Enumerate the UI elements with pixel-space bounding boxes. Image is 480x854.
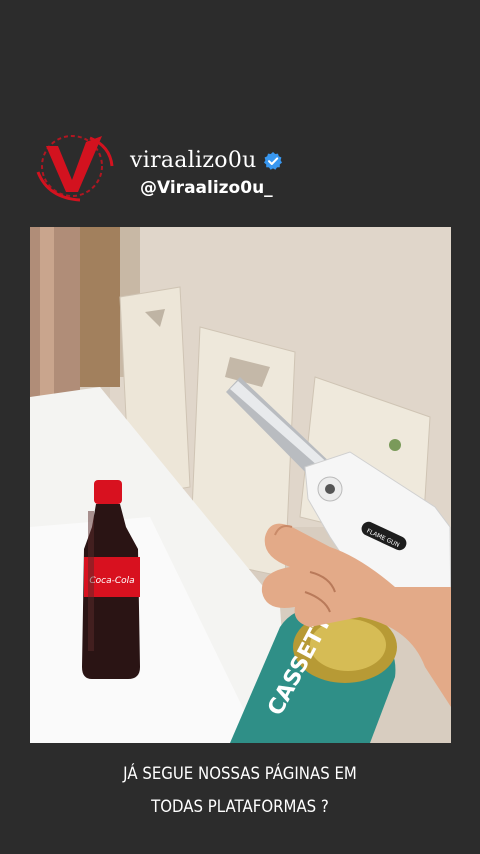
video-scene: Coca-Cola FLAME GUN CASSETTE — [30, 227, 451, 743]
story-caption: JÁ SEGUE NOSSAS PÁGINAS EM TODAS PLATAFO… — [29, 758, 451, 824]
caption-line-2: TODAS PLATAFORMAS ? — [151, 797, 329, 817]
video-frame[interactable]: Coca-Cola FLAME GUN CASSETTE — [30, 227, 451, 743]
profile-handle[interactable]: @Viraalizo0u_ — [140, 178, 273, 198]
profile-display-name[interactable]: viraalizo0u — [130, 148, 257, 173]
caption-line-1: JÁ SEGUE NOSSAS PÁGINAS EM — [123, 764, 357, 784]
viraalizou-logo[interactable] — [28, 128, 118, 204]
story-header: viraalizo0u @Viraalizo0u_ — [28, 124, 448, 208]
bottle-label: Coca-Cola — [89, 576, 134, 586]
verified-badge-icon — [263, 151, 282, 170]
